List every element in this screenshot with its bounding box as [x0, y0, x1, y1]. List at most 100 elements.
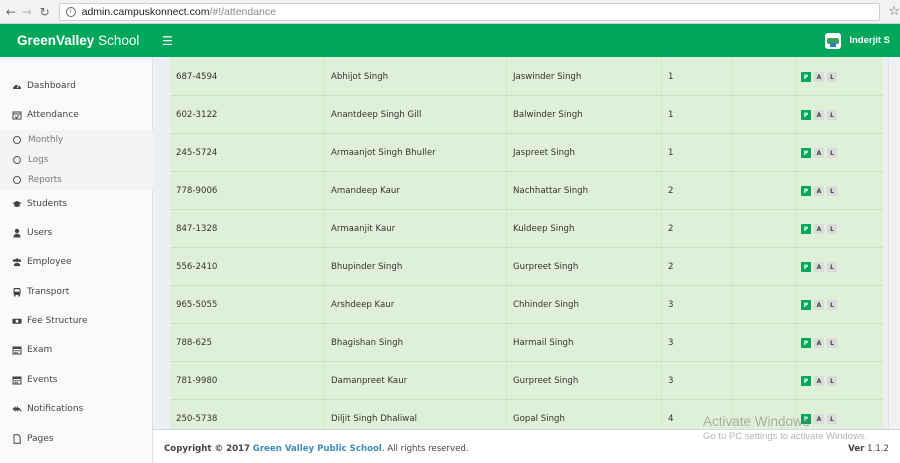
- sidebar-item-events[interactable]: Events: [0, 369, 153, 391]
- user-icon: [12, 228, 22, 238]
- leave-button[interactable]: L: [827, 300, 837, 310]
- student-id-cell: 250-5738: [170, 400, 325, 429]
- student-name-cell: Amandeep Kaur: [325, 172, 507, 210]
- present-button[interactable]: P: [801, 72, 811, 82]
- sidebar-subitem-monthly[interactable]: Monthly: [0, 131, 153, 149]
- sidebar-subitem-logs[interactable]: Logs: [0, 151, 153, 169]
- class-number-cell: 1: [662, 58, 733, 96]
- sidebar-subitem-reports[interactable]: Reports: [0, 171, 153, 189]
- sidebar-item-exam[interactable]: Exam: [0, 339, 153, 361]
- sidebar-item-notifications[interactable]: Notifications: [0, 398, 153, 420]
- rights-text: . All rights reserved.: [381, 444, 469, 454]
- leave-button[interactable]: L: [827, 376, 837, 386]
- user-menu[interactable]: Inderjit S: [825, 24, 890, 57]
- sidebar-item-fee-structure[interactable]: Fee Structure: [0, 310, 153, 332]
- main-content: 687-4594 Abhijot Singh Jaswinder Singh 1 P A L…: [153, 57, 900, 429]
- leave-button[interactable]: L: [827, 414, 837, 424]
- users-icon: [12, 257, 22, 267]
- school-link[interactable]: Green Valley Public School: [253, 444, 382, 454]
- sidebar-item-pages[interactable]: Pages: [0, 428, 153, 450]
- sidebar-item-label: Attendance: [27, 110, 79, 120]
- sidebar-item-employee[interactable]: Employee: [0, 251, 153, 273]
- menu-toggle-icon[interactable]: ☰: [162, 34, 173, 48]
- class-number-cell: 4: [662, 400, 733, 429]
- parent-name-cell: Kuldeep Singh: [507, 210, 662, 248]
- sidebar-subitem-label: Monthly: [28, 135, 64, 145]
- class-number-cell: 1: [662, 96, 733, 134]
- brand-logo[interactable]: GreenValley School: [0, 33, 153, 48]
- forward-arrow-icon[interactable]: →: [19, 4, 35, 20]
- attendance-actions-cell: PAL: [796, 210, 883, 248]
- absent-button[interactable]: A: [814, 338, 824, 348]
- leave-button[interactable]: L: [827, 262, 837, 272]
- empty-cell: [733, 96, 796, 134]
- leave-button[interactable]: L: [827, 224, 837, 234]
- present-button[interactable]: P: [801, 186, 811, 196]
- present-button[interactable]: P: [801, 110, 811, 120]
- sidebar-item-users[interactable]: Users: [0, 222, 153, 244]
- absent-button[interactable]: A: [814, 300, 824, 310]
- parent-name-cell: Gopal Singh: [507, 400, 662, 429]
- absent-button[interactable]: A: [814, 224, 824, 234]
- student-id-cell: 847-1328: [170, 210, 325, 248]
- student-name-cell: Armaanjit Kaur: [325, 210, 507, 248]
- empty-cell: [733, 58, 796, 96]
- sidebar-item-transport[interactable]: Transport: [0, 281, 153, 303]
- browser-toolbar: ← → ↻ i admin.campuskonnect.com/#!/atten…: [0, 0, 900, 24]
- attendance-actions-cell: PAL: [796, 362, 883, 400]
- money-icon: [12, 316, 22, 326]
- class-number-cell: 2: [662, 210, 733, 248]
- leave-button[interactable]: L: [827, 186, 837, 196]
- leave-button[interactable]: L: [827, 338, 837, 348]
- present-button[interactable]: P: [801, 148, 811, 158]
- leave-button[interactable]: L: [827, 72, 837, 82]
- reply-all-icon: [12, 404, 22, 414]
- sidebar-item-label: Users: [27, 228, 53, 238]
- sidebar-item-dashboard[interactable]: Dashboard: [0, 75, 153, 97]
- sidebar-item-students[interactable]: Students: [0, 193, 153, 215]
- info-icon[interactable]: i: [65, 6, 76, 17]
- back-arrow-icon[interactable]: ←: [3, 4, 19, 20]
- sidebar-item-label: Fee Structure: [27, 316, 88, 326]
- leave-button[interactable]: L: [827, 110, 837, 120]
- present-button[interactable]: P: [801, 376, 811, 386]
- dashboard-icon: [12, 81, 22, 91]
- calendar-icon: [12, 375, 22, 385]
- absent-button[interactable]: A: [814, 414, 824, 424]
- student-id-cell: 602-3122: [170, 96, 325, 134]
- student-id-cell: 687-4594: [170, 58, 325, 96]
- present-button[interactable]: P: [801, 414, 811, 424]
- sidebar: Dashboard Attendance Monthly Logs Report…: [0, 57, 153, 463]
- parent-name-cell: Gurpreet Singh: [507, 248, 662, 286]
- circle-icon: [13, 176, 21, 184]
- present-button[interactable]: P: [801, 300, 811, 310]
- attendance-actions-cell: PAL: [796, 248, 883, 286]
- absent-button[interactable]: A: [814, 72, 824, 82]
- sidebar-item-attendance[interactable]: Attendance: [0, 104, 153, 126]
- absent-button[interactable]: A: [814, 110, 824, 120]
- absent-button[interactable]: A: [814, 148, 824, 158]
- attendance-actions-cell: PAL: [796, 324, 883, 362]
- student-name-cell: Anantdeep Singh Gill: [325, 96, 507, 134]
- present-button[interactable]: P: [801, 262, 811, 272]
- calendar-icon: [12, 345, 22, 355]
- empty-cell: [733, 362, 796, 400]
- version-number: 1.1.2: [867, 444, 889, 454]
- sidebar-item-label: Dashboard: [27, 81, 76, 91]
- absent-button[interactable]: A: [814, 186, 824, 196]
- sidebar-item-label: Exam: [27, 345, 53, 355]
- present-button[interactable]: P: [801, 224, 811, 234]
- absent-button[interactable]: A: [814, 376, 824, 386]
- empty-cell: [733, 324, 796, 362]
- reload-icon[interactable]: ↻: [37, 4, 53, 20]
- student-id-cell: 965-5055: [170, 286, 325, 324]
- scrollbar[interactable]: [888, 57, 900, 429]
- copyright-label: Copyright © 2017: [164, 444, 251, 454]
- class-number-cell: 2: [662, 248, 733, 286]
- address-bar[interactable]: i admin.campuskonnect.com/#!/attendance: [58, 2, 881, 21]
- absent-button[interactable]: A: [814, 262, 824, 272]
- present-button[interactable]: P: [801, 338, 811, 348]
- leave-button[interactable]: L: [827, 148, 837, 158]
- sidebar-item-label: Transport: [27, 287, 70, 297]
- bookmark-star-icon[interactable]: ☆: [888, 4, 900, 19]
